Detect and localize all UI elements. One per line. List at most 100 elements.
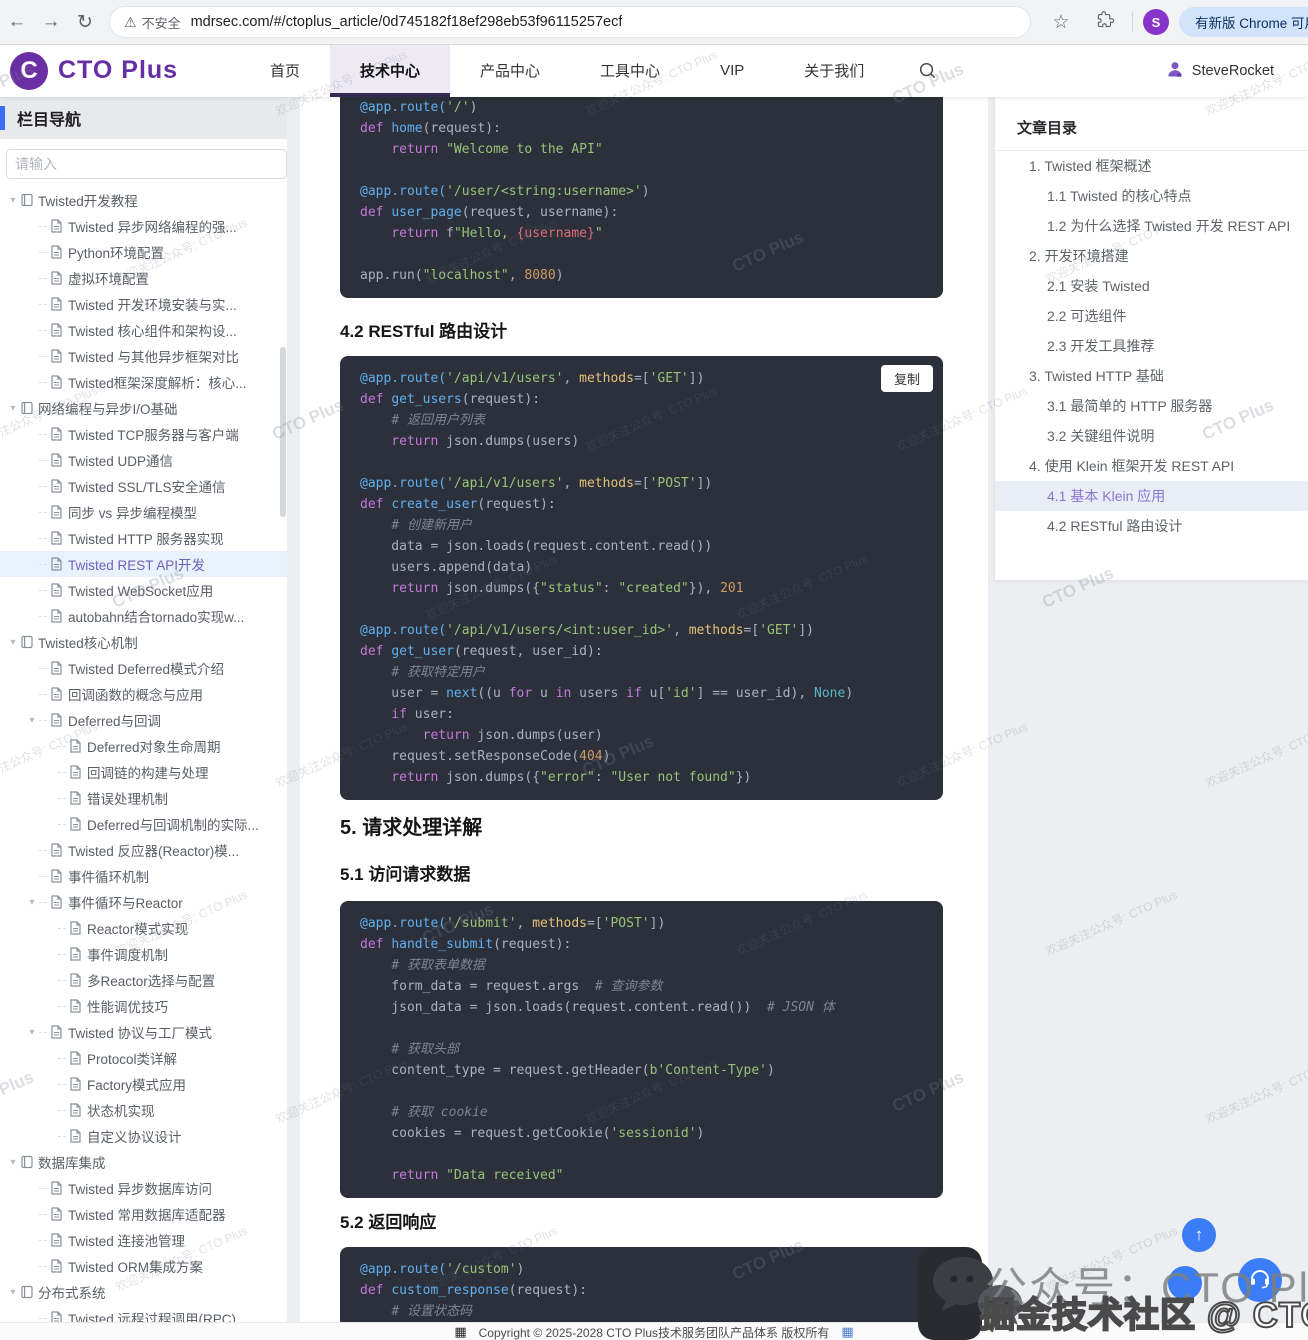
tree-item[interactable]: Reactor模式实现 <box>0 915 287 941</box>
chevron-down-icon[interactable]: ▾ <box>25 897 39 908</box>
code-line: cookies = request.getCookie('sessionid') <box>360 1123 923 1144</box>
tree-item[interactable]: 事件循环机制 <box>0 863 287 889</box>
tree-item[interactable]: autobahn结合tornado实现w... <box>0 603 287 629</box>
nav-item-0[interactable]: 首页 <box>240 44 330 97</box>
notebook-icon <box>20 1155 38 1169</box>
tree-item[interactable]: Protocol类详解 <box>0 1045 287 1071</box>
document-icon <box>50 1207 68 1221</box>
sidebar-scrollbar[interactable] <box>280 347 286 517</box>
tree-item[interactable]: Python环境配置 <box>0 239 287 265</box>
tree-item[interactable]: 事件调度机制 <box>0 941 287 967</box>
toc-item[interactable]: 2.3 开发工具推荐 <box>995 331 1308 361</box>
tree-item[interactable]: 自定义协议设计 <box>0 1123 287 1149</box>
not-secure-label: 不安全 <box>142 13 181 32</box>
toc-item[interactable]: 3.2 关键组件说明 <box>995 421 1308 451</box>
tree-item[interactable]: Twisted HTTP 服务器实现 <box>0 525 287 551</box>
tree-item[interactable]: 多Reactor选择与配置 <box>0 967 287 993</box>
chevron-down-icon[interactable]: ▾ <box>25 715 39 726</box>
tree-item[interactable]: ▾Twisted核心机制 <box>0 629 287 655</box>
tree-item[interactable]: Twisted UDP通信 <box>0 447 287 473</box>
tree-item[interactable]: ▾Twisted开发教程 <box>0 187 287 213</box>
chrome-update-chip[interactable]: 有新版 Chrome 可用 <box>1179 7 1308 37</box>
tree-item[interactable]: 状态机实现 <box>0 1097 287 1123</box>
tree-item[interactable]: Twisted 连接池管理 <box>0 1227 287 1253</box>
bookmark-star-icon[interactable]: ☆ <box>1044 11 1078 34</box>
nav-item-2[interactable]: 产品中心 <box>450 44 570 97</box>
toc-item[interactable]: 3. Twisted HTTP 基础 <box>995 361 1308 391</box>
tree-item[interactable]: ▾事件循环与Reactor <box>0 889 287 915</box>
chevron-down-icon[interactable]: ▾ <box>6 1157 20 1168</box>
code-line: content_type = request.getHeader(b'Conte… <box>360 1060 923 1081</box>
tree-item[interactable]: Twisted 常用数据库适配器 <box>0 1201 287 1227</box>
tree-item[interactable]: Twisted SSL/TLS安全通信 <box>0 473 287 499</box>
url-bar[interactable]: ⚠ 不安全 mdrsec.com/#/ctoplus_article/0d745… <box>110 7 1030 37</box>
tree-item[interactable]: Twisted WebSocket应用 <box>0 577 287 603</box>
tree-item[interactable]: Deferred与回调机制的实际... <box>0 811 287 837</box>
back-icon[interactable]: ← <box>0 11 34 33</box>
profile-avatar[interactable]: S <box>1143 9 1169 35</box>
sidebar-search-input[interactable] <box>6 149 287 179</box>
tree-item[interactable]: Twisted 异步网络编程的强... <box>0 213 287 239</box>
nav-item-4[interactable]: VIP <box>690 44 774 97</box>
tree-item[interactable]: Twisted 异步数据库访问 <box>0 1175 287 1201</box>
toc-item[interactable]: 4.1 基本 Klein 应用 <box>995 481 1308 511</box>
tree-item[interactable]: Twisted 核心组件和架构设... <box>0 317 287 343</box>
copy-code-button[interactable]: 复制 <box>881 365 933 392</box>
chevron-down-icon[interactable]: ▾ <box>6 1287 20 1298</box>
tree-guide-line <box>39 382 47 383</box>
extensions-icon[interactable] <box>1088 11 1122 34</box>
tree-item[interactable]: Twisted 开发环境安装与实... <box>0 291 287 317</box>
user-menu[interactable]: SteveRocket <box>1165 44 1308 97</box>
toc-item[interactable]: 2. 开发环境搭建 <box>995 241 1308 271</box>
tree-item[interactable]: ▾Twisted 协议与工厂模式 <box>0 1019 287 1045</box>
tree-item[interactable]: Twisted ORM集成方案 <box>0 1253 287 1279</box>
toc-item[interactable]: 4. 使用 Klein 框架开发 REST API <box>995 451 1308 481</box>
tree-item[interactable]: 同步 vs 异步编程模型 <box>0 499 287 525</box>
chevron-down-icon[interactable]: ▾ <box>6 195 20 206</box>
scroll-to-top-button[interactable]: ↑ <box>1182 1218 1216 1252</box>
tree-item[interactable]: Twisted TCP服务器与客户端 <box>0 421 287 447</box>
tree-item-label: Twisted ORM集成方案 <box>68 1256 203 1276</box>
toc-item[interactable]: 2.1 安装 Twisted <box>995 271 1308 301</box>
document-icon <box>50 583 68 597</box>
site-logo[interactable]: C CTO Plus <box>0 44 240 97</box>
tree-item[interactable]: Twisted框架深度解析：核心... <box>0 369 287 395</box>
nav-item-5[interactable]: 关于我们 <box>774 44 894 97</box>
code-line: def create_user(request): <box>360 494 923 515</box>
tree-item[interactable]: ▾Deferred与回调 <box>0 707 287 733</box>
tree-item[interactable]: 性能调优技巧 <box>0 993 287 1019</box>
tree-item[interactable]: Twisted REST API开发 <box>0 551 287 577</box>
toc-item[interactable]: 1. Twisted 框架概述 <box>995 151 1308 181</box>
nav-item-3[interactable]: 工具中心 <box>570 44 690 97</box>
tree-item[interactable]: Factory模式应用 <box>0 1071 287 1097</box>
tree-item[interactable]: Twisted Deferred模式介绍 <box>0 655 287 681</box>
toc-item[interactable]: 3.1 最简单的 HTTP 服务器 <box>995 391 1308 421</box>
chevron-down-icon[interactable]: ▾ <box>6 637 20 648</box>
search-icon[interactable] <box>894 44 961 97</box>
tree-item[interactable]: ▾分布式系统 <box>0 1279 287 1305</box>
tree-item[interactable]: 回调链的构建与处理 <box>0 759 287 785</box>
tree-item[interactable]: Deferred对象生命周期 <box>0 733 287 759</box>
toc-item[interactable]: 2.2 可选组件 <box>995 301 1308 331</box>
tree-item[interactable]: 错误处理机制 <box>0 785 287 811</box>
code-line <box>360 1081 923 1102</box>
tree-item[interactable]: ▾数据库集成 <box>0 1149 287 1175</box>
tree-item[interactable]: Twisted 与其他异步框架对比 <box>0 343 287 369</box>
tree-item[interactable]: 虚拟环境配置 <box>0 265 287 291</box>
nav-item-1[interactable]: 技术中心 <box>330 44 450 97</box>
chevron-down-icon[interactable]: ▾ <box>6 403 20 414</box>
tree-item[interactable]: Twisted 反应器(Reactor)模... <box>0 837 287 863</box>
toc-item[interactable]: 4.2 RESTful 路由设计 <box>995 511 1308 541</box>
tree-guide-line <box>39 1318 47 1319</box>
tree-item[interactable]: 回调函数的概念与应用 <box>0 681 287 707</box>
chevron-down-icon[interactable]: ▾ <box>25 1027 39 1038</box>
tree-item[interactable]: ▾网络编程与异步I/O基础 <box>0 395 287 421</box>
refresh-icon[interactable]: ↻ <box>68 11 102 34</box>
toc-item[interactable]: 1.1 Twisted 的核心特点 <box>995 181 1308 211</box>
code-line: app.run("localhost", 8080) <box>360 265 923 286</box>
toc-item[interactable]: 1.2 为什么选择 Twisted 开发 REST API <box>995 211 1308 241</box>
forward-icon[interactable]: → <box>34 11 68 33</box>
url-text: mdrsec.com/#/ctoplus_article/0d745182f18… <box>191 14 623 30</box>
logo-icon: C <box>10 52 48 90</box>
not-secure-chip[interactable]: ⚠ 不安全 <box>110 13 191 32</box>
